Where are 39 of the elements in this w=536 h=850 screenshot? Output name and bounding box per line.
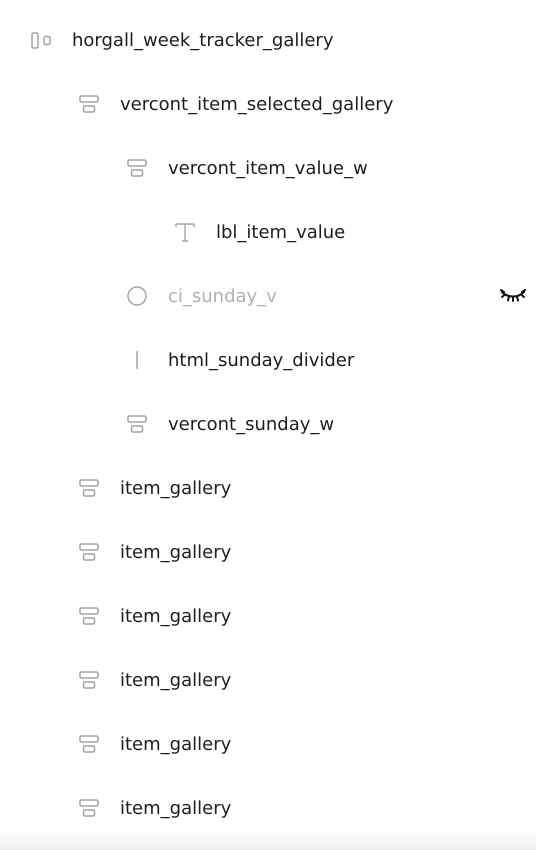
- vertical-stack-icon: [79, 671, 99, 689]
- layer-row[interactable]: item_gallery: [0, 584, 536, 648]
- layer-row[interactable]: html_sunday_divider: [0, 328, 536, 392]
- hidden-eye-icon[interactable]: [500, 289, 526, 303]
- layer-name: vercont_item_value_w: [168, 158, 369, 178]
- layer-name: item_gallery: [120, 606, 232, 626]
- divider-icon: [135, 350, 139, 370]
- layer-name: vercont_item_selected_gallery: [120, 94, 394, 114]
- vertical-stack-icon: [127, 415, 147, 433]
- layer-row[interactable]: vercont_item_value_w: [0, 136, 536, 200]
- layer-row[interactable]: vercont_sunday_w: [0, 392, 536, 456]
- layer-name: item_gallery: [120, 542, 232, 562]
- circle-icon: [127, 286, 147, 306]
- layer-name: lbl_item_value: [216, 222, 346, 242]
- layer-name: horgall_week_tracker_gallery: [72, 30, 334, 50]
- layer-name: item_gallery: [120, 670, 232, 690]
- layer-row[interactable]: item_gallery: [0, 776, 536, 840]
- layer-name: html_sunday_divider: [168, 350, 356, 370]
- layer-row[interactable]: horgall_week_tracker_gallery: [0, 8, 536, 72]
- layer-name: vercont_sunday_w: [168, 414, 336, 434]
- text-icon: [175, 222, 195, 242]
- vertical-stack-icon: [79, 735, 99, 753]
- layer-row[interactable]: item_gallery: [0, 648, 536, 712]
- vertical-stack-icon: [79, 95, 99, 113]
- layer-name: item_gallery: [120, 798, 232, 818]
- layer-name: ci_sunday_v: [168, 286, 278, 306]
- layer-row[interactable]: item_gallery: [0, 712, 536, 776]
- horizontal-stack-icon: [30, 32, 52, 48]
- vertical-stack-icon: [79, 479, 99, 497]
- layer-row[interactable]: item_gallery: [0, 456, 536, 520]
- vertical-stack-icon: [79, 543, 99, 561]
- layer-row[interactable]: item_gallery: [0, 520, 536, 584]
- layer-row[interactable]: vercont_item_selected_gallery: [0, 72, 536, 136]
- layer-row[interactable]: lbl_item_value: [0, 200, 536, 264]
- vertical-stack-icon: [79, 799, 99, 817]
- vertical-stack-icon: [127, 159, 147, 177]
- layer-name: item_gallery: [120, 478, 232, 498]
- vertical-stack-icon: [79, 607, 99, 625]
- layer-name: item_gallery: [120, 734, 232, 754]
